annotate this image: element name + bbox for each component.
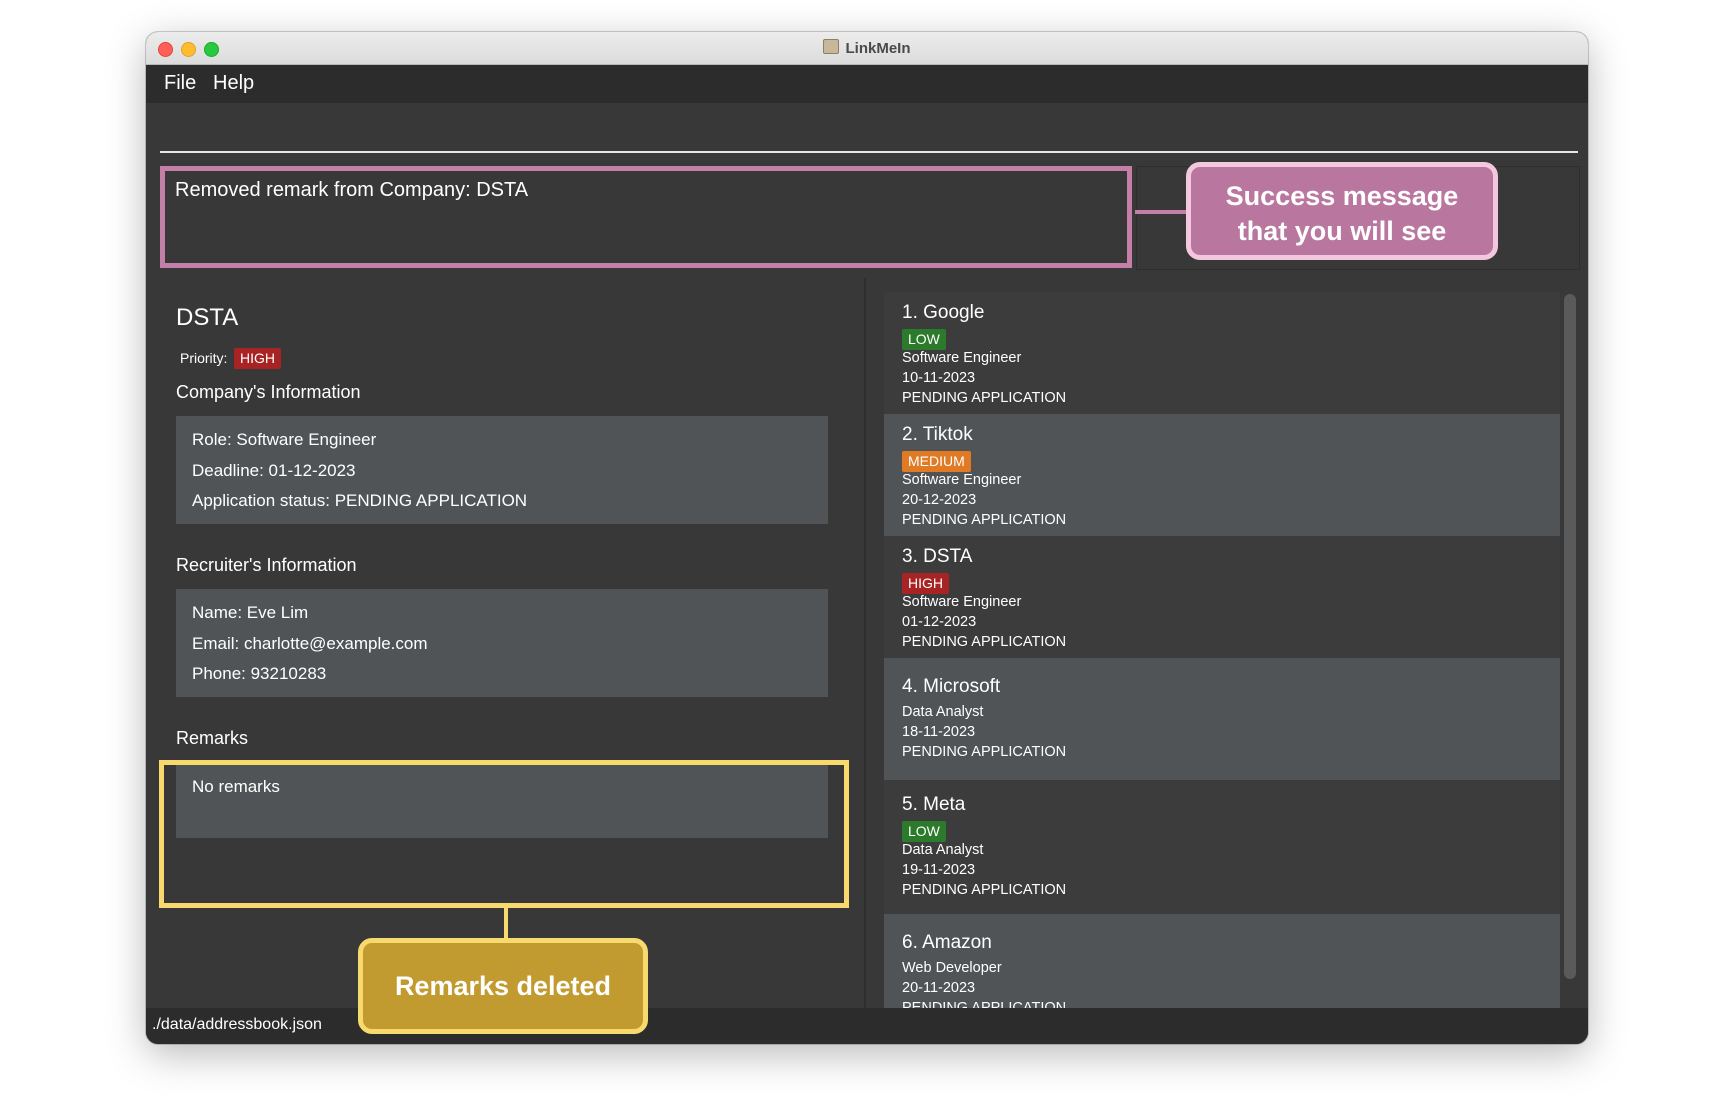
remarks-deleted-callout: Remarks deleted bbox=[358, 938, 648, 1034]
card-role: Web Developer bbox=[902, 960, 1002, 976]
split-pane-divider[interactable] bbox=[864, 278, 866, 1008]
remarks-highlight-frame bbox=[159, 760, 849, 908]
card-priority-badge: MEDIUM bbox=[902, 451, 971, 472]
card-title: 3. DSTA bbox=[902, 546, 973, 567]
card-deadline: 20-12-2023 bbox=[902, 492, 977, 508]
company-info-title: Company's Information bbox=[176, 382, 361, 402]
card-role: Data Analyst bbox=[902, 842, 984, 858]
detail-deadline: Deadline: 01-12-2023 bbox=[192, 461, 356, 480]
card-title: 5. Meta bbox=[902, 794, 966, 815]
window-title: LinkMeIn bbox=[146, 39, 1588, 57]
menu-bar: File Help bbox=[146, 65, 1588, 103]
success-callout-connector bbox=[1135, 210, 1187, 214]
remarks-title: Remarks bbox=[176, 728, 249, 748]
card-priority-badge: HIGH bbox=[902, 573, 949, 594]
list-scrollbar[interactable] bbox=[1564, 294, 1576, 979]
detail-company-name: DSTA bbox=[176, 304, 239, 331]
command-input[interactable] bbox=[160, 113, 1578, 153]
recruiter-name: Name: Eve Lim bbox=[192, 603, 309, 622]
company-card-4[interactable]: 4. Microsoft Data Analyst 18-11-2023 PEN… bbox=[884, 658, 1560, 780]
recruiter-info-box: Name: Eve Lim Email: charlotte@example.c… bbox=[176, 589, 828, 697]
card-role: Software Engineer bbox=[902, 350, 1022, 366]
detail-priority-badge: HIGH bbox=[234, 348, 281, 369]
title-bar: LinkMeIn bbox=[146, 32, 1588, 65]
result-message: Removed remark from Company: DSTA bbox=[175, 179, 529, 201]
card-deadline: 19-11-2023 bbox=[902, 862, 976, 878]
detail-status: Application status: PENDING APPLICATION bbox=[192, 491, 528, 510]
card-deadline: 10-11-2023 bbox=[902, 370, 976, 386]
remarks-callout-connector bbox=[504, 908, 508, 940]
card-title: 1. Google bbox=[902, 302, 985, 323]
card-role: Data Analyst bbox=[902, 704, 984, 720]
card-role: Software Engineer bbox=[902, 594, 1022, 610]
card-priority-badge: LOW bbox=[902, 821, 946, 842]
card-status: PENDING APPLICATION bbox=[902, 744, 1067, 760]
card-status: PENDING APPLICATION bbox=[902, 390, 1067, 406]
company-card-1[interactable]: 1. Google LOW Software Engineer 10-11-20… bbox=[884, 292, 1560, 414]
card-status: PENDING APPLICATION bbox=[902, 512, 1067, 528]
company-card-5[interactable]: 5. Meta LOW Data Analyst 19-11-2023 PEND… bbox=[884, 780, 1560, 914]
success-message-callout: Success message that you will see bbox=[1186, 162, 1498, 260]
data-file-path: ./data/addressbook.json bbox=[152, 1016, 322, 1033]
detail-role: Role: Software Engineer bbox=[192, 430, 377, 449]
success-callout-line-2: that you will see bbox=[1237, 216, 1447, 246]
card-deadline: 01-12-2023 bbox=[902, 614, 977, 630]
menu-help[interactable]: Help bbox=[213, 72, 254, 95]
card-title: 2. Tiktok bbox=[902, 424, 973, 445]
window-title-text: LinkMeIn bbox=[845, 40, 911, 57]
card-status: PENDING APPLICATION bbox=[902, 882, 1067, 898]
company-card-2[interactable]: 2. Tiktok MEDIUM Software Engineer 20-12… bbox=[884, 414, 1560, 536]
detail-priority-label: Priority: bbox=[180, 350, 228, 366]
card-title: 4. Microsoft bbox=[902, 676, 1001, 697]
menu-file[interactable]: File bbox=[164, 72, 196, 95]
card-deadline: 20-11-2023 bbox=[902, 980, 976, 996]
card-title: 6. Amazon bbox=[902, 932, 992, 953]
app-icon bbox=[823, 39, 840, 54]
recruiter-email: Email: charlotte@example.com bbox=[192, 634, 428, 653]
card-status: PENDING APPLICATION bbox=[902, 634, 1067, 650]
card-role: Software Engineer bbox=[902, 472, 1022, 488]
company-card-3[interactable]: 3. DSTA HIGH Software Engineer 01-12-202… bbox=[884, 536, 1560, 658]
success-callout-line-1: Success message bbox=[1225, 181, 1459, 211]
recruiter-info-title: Recruiter's Information bbox=[176, 555, 357, 575]
card-priority-badge: LOW bbox=[902, 329, 946, 350]
company-info-box: Role: Software Engineer Deadline: 01-12-… bbox=[176, 416, 828, 524]
recruiter-phone: Phone: 93210283 bbox=[192, 664, 327, 683]
company-list-panel[interactable]: 1. Google LOW Software Engineer 10-11-20… bbox=[874, 288, 1574, 1026]
result-display: Removed remark from Company: DSTA bbox=[160, 166, 1132, 268]
card-deadline: 18-11-2023 bbox=[902, 724, 976, 740]
